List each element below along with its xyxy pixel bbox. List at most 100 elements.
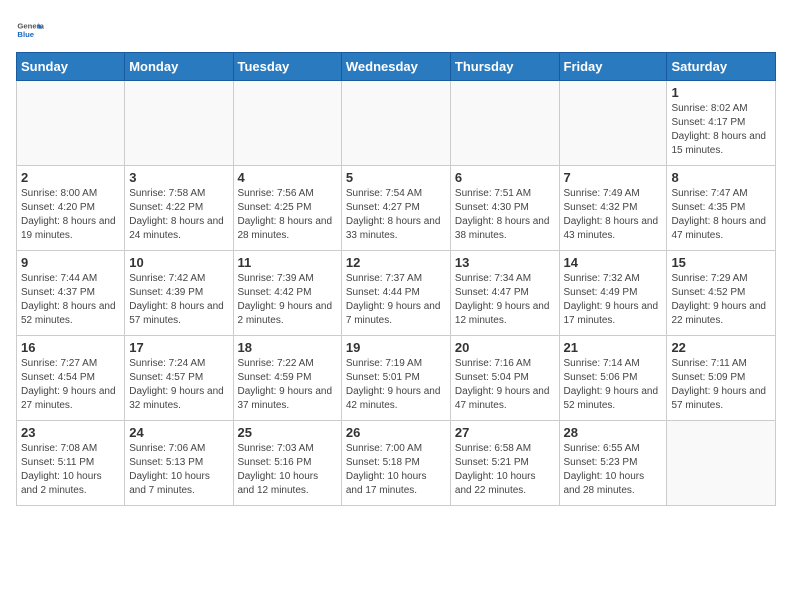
day-info: Sunrise: 7:19 AM Sunset: 5:01 PM Dayligh… [346,357,446,413]
calendar-cell: 16 Sunrise: 7:27 AM Sunset: 4:54 PM Dayli… [17,336,125,421]
day-number: 7 [564,170,663,185]
day-number: 23 [21,425,120,440]
day-number: 16 [21,340,120,355]
week-row-0: 1Sunrise: 8:02 AM Sunset: 4:17 PM Daylig… [17,81,776,166]
day-number: 20 [455,340,555,355]
day-info: Sunrise: 7:56 AM Sunset: 4:25 PM Dayligh… [238,187,337,243]
calendar-cell: 21 Sunrise: 7:14 AM Sunset: 5:06 PM Dayli… [559,336,667,421]
day-header-saturday: Saturday [667,53,776,81]
day-info: Sunrise: 8:02 AM Sunset: 4:17 PM Dayligh… [671,102,771,158]
calendar-cell: 20 Sunrise: 7:16 AM Sunset: 5:04 PM Dayli… [450,336,559,421]
calendar-cell: 12Sunrise: 7:37 AM Sunset: 4:44 PM Dayli… [341,251,450,336]
day-number: 11 [238,255,337,270]
calendar-cell: 14 Sunrise: 7:32 AM Sunset: 4:49 PM Dayli… [559,251,667,336]
day-number: 19 [346,340,446,355]
week-row-2: 9Sunrise: 7:44 AM Sunset: 4:37 PM Daylig… [17,251,776,336]
day-info: Sunrise: 7:27 AM Sunset: 4:54 PM Dayligh… [21,357,120,413]
calendar-cell: 17 Sunrise: 7:24 AM Sunset: 4:57 PM Dayli… [125,336,233,421]
day-info: Sunrise: 7:39 AM Sunset: 4:42 PM Dayligh… [238,272,337,328]
day-info: Sunrise: 6:55 AM Sunset: 5:23 PM Dayligh… [564,442,663,498]
calendar-table: SundayMondayTuesdayWednesdayThursdayFrid… [16,52,776,506]
day-number: 24 [129,425,228,440]
day-info: Sunrise: 7:03 AM Sunset: 5:16 PM Dayligh… [238,442,337,498]
day-number: 27 [455,425,555,440]
day-number: 10 [129,255,228,270]
calendar-cell: 7 Sunrise: 7:49 AM Sunset: 4:32 PM Daylig… [559,166,667,251]
calendar-cell: 9Sunrise: 7:44 AM Sunset: 4:37 PM Daylig… [17,251,125,336]
day-number: 25 [238,425,337,440]
calendar-cell: 25 Sunrise: 7:03 AM Sunset: 5:16 PM Dayli… [233,421,341,506]
calendar-cell [17,81,125,166]
day-number: 18 [238,340,337,355]
day-number: 26 [346,425,446,440]
calendar-cell: 5 Sunrise: 7:54 AM Sunset: 4:27 PM Daylig… [341,166,450,251]
calendar-cell: 10 Sunrise: 7:42 AM Sunset: 4:39 PM Dayli… [125,251,233,336]
day-header-sunday: Sunday [17,53,125,81]
calendar-cell: 23 Sunrise: 7:08 AM Sunset: 5:11 PM Dayli… [17,421,125,506]
day-number: 3 [129,170,228,185]
day-info: Sunrise: 7:49 AM Sunset: 4:32 PM Dayligh… [564,187,663,243]
day-info: Sunrise: 7:42 AM Sunset: 4:39 PM Dayligh… [129,272,228,328]
day-info: Sunrise: 7:14 AM Sunset: 5:06 PM Dayligh… [564,357,663,413]
calendar-cell: 6 Sunrise: 7:51 AM Sunset: 4:30 PM Daylig… [450,166,559,251]
day-number: 22 [671,340,771,355]
page-header: General Blue [16,16,776,44]
day-info: Sunrise: 7:54 AM Sunset: 4:27 PM Dayligh… [346,187,446,243]
day-header-wednesday: Wednesday [341,53,450,81]
calendar-cell: 13 Sunrise: 7:34 AM Sunset: 4:47 PM Dayli… [450,251,559,336]
day-header-friday: Friday [559,53,667,81]
day-number: 14 [564,255,663,270]
calendar-cell: 26 Sunrise: 7:00 AM Sunset: 5:18 PM Dayli… [341,421,450,506]
day-info: Sunrise: 7:08 AM Sunset: 5:11 PM Dayligh… [21,442,120,498]
day-number: 28 [564,425,663,440]
day-info: Sunrise: 7:24 AM Sunset: 4:57 PM Dayligh… [129,357,228,413]
calendar-cell: 11 Sunrise: 7:39 AM Sunset: 4:42 PM Dayli… [233,251,341,336]
day-info: Sunrise: 7:22 AM Sunset: 4:59 PM Dayligh… [238,357,337,413]
calendar-cell: 19 Sunrise: 7:19 AM Sunset: 5:01 PM Dayli… [341,336,450,421]
day-info: Sunrise: 7:32 AM Sunset: 4:49 PM Dayligh… [564,272,663,328]
day-header-thursday: Thursday [450,53,559,81]
day-info: Sunrise: 7:44 AM Sunset: 4:37 PM Dayligh… [21,272,120,328]
day-info: Sunrise: 7:16 AM Sunset: 5:04 PM Dayligh… [455,357,555,413]
day-header-tuesday: Tuesday [233,53,341,81]
day-info: Sunrise: 6:58 AM Sunset: 5:21 PM Dayligh… [455,442,555,498]
day-number: 21 [564,340,663,355]
calendar-cell: 28 Sunrise: 6:55 AM Sunset: 5:23 PM Dayli… [559,421,667,506]
calendar-cell: 18 Sunrise: 7:22 AM Sunset: 4:59 PM Dayli… [233,336,341,421]
calendar-cell [125,81,233,166]
logo: General Blue [16,16,44,44]
day-number: 12 [346,255,446,270]
day-info: Sunrise: 7:11 AM Sunset: 5:09 PM Dayligh… [671,357,771,413]
logo-icon: General Blue [16,16,44,44]
calendar-cell: 8 Sunrise: 7:47 AM Sunset: 4:35 PM Daylig… [667,166,776,251]
day-number: 15 [671,255,771,270]
calendar-cell [233,81,341,166]
day-number: 2 [21,170,120,185]
calendar-cell: 15 Sunrise: 7:29 AM Sunset: 4:52 PM Dayli… [667,251,776,336]
day-info: Sunrise: 7:06 AM Sunset: 5:13 PM Dayligh… [129,442,228,498]
calendar-cell [341,81,450,166]
calendar-cell [667,421,776,506]
day-number: 8 [671,170,771,185]
day-info: Sunrise: 8:00 AM Sunset: 4:20 PM Dayligh… [21,187,120,243]
calendar-cell: 4Sunrise: 7:56 AM Sunset: 4:25 PM Daylig… [233,166,341,251]
day-info: Sunrise: 7:47 AM Sunset: 4:35 PM Dayligh… [671,187,771,243]
day-info: Sunrise: 7:00 AM Sunset: 5:18 PM Dayligh… [346,442,446,498]
day-number: 13 [455,255,555,270]
day-number: 17 [129,340,228,355]
calendar-cell: 22 Sunrise: 7:11 AM Sunset: 5:09 PM Dayli… [667,336,776,421]
calendar-cell [450,81,559,166]
day-info: Sunrise: 7:29 AM Sunset: 4:52 PM Dayligh… [671,272,771,328]
day-number: 5 [346,170,446,185]
calendar-cell: 27 Sunrise: 6:58 AM Sunset: 5:21 PM Dayli… [450,421,559,506]
day-info: Sunrise: 7:34 AM Sunset: 4:47 PM Dayligh… [455,272,555,328]
calendar-header-row: SundayMondayTuesdayWednesdayThursdayFrid… [17,53,776,81]
day-number: 6 [455,170,555,185]
day-info: Sunrise: 7:51 AM Sunset: 4:30 PM Dayligh… [455,187,555,243]
calendar-body: 1Sunrise: 8:02 AM Sunset: 4:17 PM Daylig… [17,81,776,506]
day-info: Sunrise: 7:58 AM Sunset: 4:22 PM Dayligh… [129,187,228,243]
svg-text:Blue: Blue [17,30,34,39]
day-header-monday: Monday [125,53,233,81]
week-row-3: 16 Sunrise: 7:27 AM Sunset: 4:54 PM Dayli… [17,336,776,421]
calendar-cell: 3 Sunrise: 7:58 AM Sunset: 4:22 PM Daylig… [125,166,233,251]
